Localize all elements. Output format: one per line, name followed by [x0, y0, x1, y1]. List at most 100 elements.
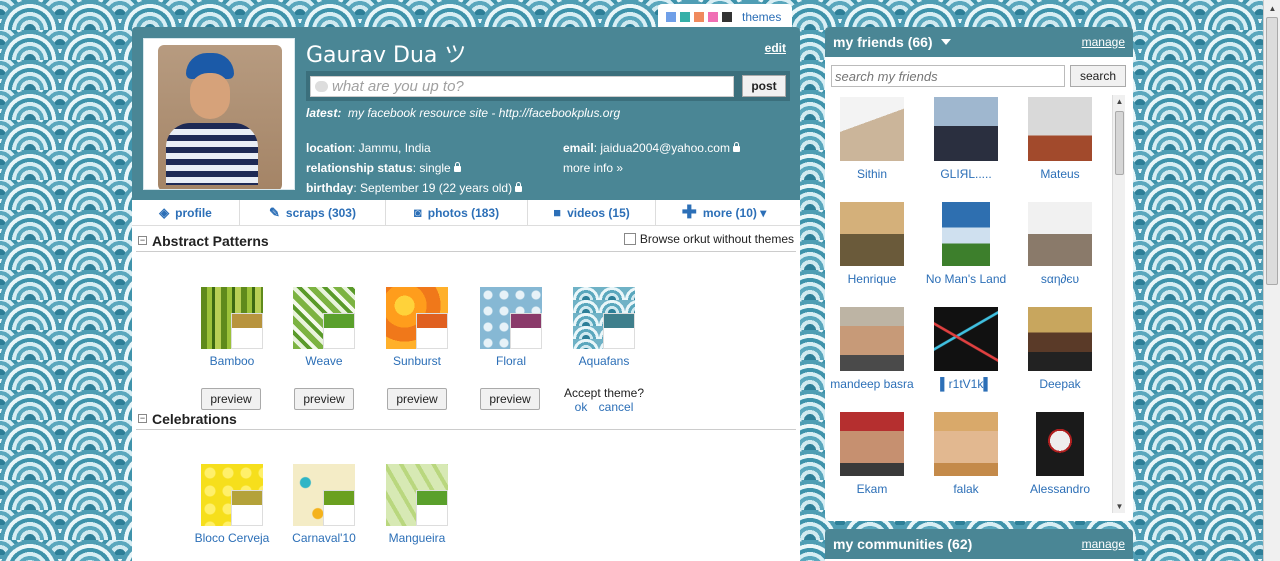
- theme-swatch-teal[interactable]: [680, 12, 690, 22]
- edit-profile-link[interactable]: edit: [765, 41, 786, 55]
- friends-search-button[interactable]: search: [1070, 65, 1126, 87]
- friend-name[interactable]: No Man's Land: [923, 272, 1009, 287]
- tab-profile[interactable]: ◈ profile: [132, 199, 240, 226]
- scroll-thumb[interactable]: [1115, 111, 1124, 175]
- scroll-up-icon[interactable]: ▲: [1264, 0, 1280, 17]
- friend-item[interactable]: mandeep basra: [829, 307, 915, 392]
- theme-swatch-dark[interactable]: [722, 12, 732, 22]
- preview-button[interactable]: preview: [294, 388, 354, 410]
- theme-name[interactable]: Bamboo: [192, 354, 272, 368]
- theme-thumb[interactable]: [292, 286, 356, 350]
- collapse-toggle-icon[interactable]: −: [138, 236, 147, 245]
- theme-name[interactable]: Carnaval'10: [284, 531, 364, 545]
- friend-photo[interactable]: [942, 202, 990, 266]
- friend-name[interactable]: Alessandro: [1017, 482, 1103, 497]
- theme-thumb[interactable]: [200, 286, 264, 350]
- page-scrollbar[interactable]: ▲: [1263, 0, 1280, 561]
- friend-photo[interactable]: [840, 412, 904, 476]
- theme-item-floral[interactable]: Floral: [471, 286, 551, 368]
- friend-name[interactable]: GLIЯL.....: [923, 167, 1009, 182]
- friend-item[interactable]: ▌r1tV1k▌: [923, 307, 1009, 392]
- friend-item[interactable]: Henrique: [829, 202, 915, 287]
- theme-item-carnaval10[interactable]: Carnaval'10: [284, 463, 364, 545]
- browse-without-themes-checkbox[interactable]: [623, 233, 636, 245]
- tab-videos[interactable]: ■ videos (15): [528, 199, 656, 226]
- friend-item[interactable]: Alessandro: [1017, 412, 1103, 497]
- scroll-up-icon[interactable]: ▲: [1113, 95, 1126, 108]
- friend-name[interactable]: Sithin: [829, 167, 915, 182]
- friend-photo[interactable]: [1036, 412, 1084, 476]
- friends-search-input[interactable]: [831, 65, 1065, 87]
- theme-thumb[interactable]: [200, 463, 264, 527]
- friend-item[interactable]: GLIЯL.....: [923, 97, 1009, 182]
- friend-photo[interactable]: [840, 97, 904, 161]
- friend-photo[interactable]: [934, 307, 998, 371]
- theme-item-bamboo[interactable]: Bamboo: [192, 286, 272, 368]
- friend-item[interactable]: ѕαη∂єυ: [1017, 202, 1103, 287]
- friend-photo[interactable]: [1028, 202, 1092, 266]
- friend-name[interactable]: ▌r1tV1k▌: [923, 377, 1009, 392]
- browse-without-themes[interactable]: Browse orkut without themes: [623, 232, 794, 246]
- theme-name[interactable]: Mangueira: [377, 531, 457, 545]
- friend-item[interactable]: No Man's Land: [923, 202, 1009, 287]
- friend-item[interactable]: Deepak: [1017, 307, 1103, 392]
- theme-swatch-blue[interactable]: [666, 12, 676, 22]
- tab-scraps[interactable]: ✎ scraps (303): [240, 199, 386, 226]
- theme-name[interactable]: Weave: [284, 354, 364, 368]
- more-info-link[interactable]: more info »: [563, 161, 623, 175]
- preview-button[interactable]: preview: [480, 388, 540, 410]
- friend-name[interactable]: mandeep basra: [829, 377, 915, 392]
- friend-photo[interactable]: [840, 202, 904, 266]
- friend-photo[interactable]: [934, 97, 998, 161]
- friend-photo[interactable]: [934, 412, 998, 476]
- friend-item[interactable]: falak: [923, 412, 1009, 497]
- tab-more[interactable]: ✚ more (10) ▾: [656, 200, 792, 226]
- status-input[interactable]: [332, 77, 733, 95]
- friend-name[interactable]: ѕαη∂єυ: [1017, 272, 1103, 287]
- page-scroll-thumb[interactable]: [1266, 17, 1278, 285]
- theme-thumb[interactable]: [385, 463, 449, 527]
- theme-name[interactable]: Bloco Cerveja: [192, 531, 272, 545]
- theme-swatch-orange[interactable]: [694, 12, 704, 22]
- theme-item-mangueira[interactable]: Mangueira: [377, 463, 457, 545]
- themes-link[interactable]: themes: [742, 10, 781, 24]
- friend-name[interactable]: Mateus: [1017, 167, 1103, 182]
- theme-swatch-pink[interactable]: [708, 12, 718, 22]
- friend-item[interactable]: Sithin: [829, 97, 915, 182]
- manage-friends-link[interactable]: manage: [1082, 35, 1125, 49]
- post-button[interactable]: post: [742, 75, 786, 97]
- communities-title[interactable]: my communities (62): [833, 536, 972, 552]
- manage-communities-link[interactable]: manage: [1082, 537, 1125, 551]
- status-input-wrapper[interactable]: [310, 75, 734, 97]
- friend-photo[interactable]: [840, 307, 904, 371]
- friend-photo[interactable]: [1028, 97, 1092, 161]
- friends-title[interactable]: my friends (66): [833, 34, 951, 50]
- tab-photos[interactable]: ◙ photos (183): [386, 199, 528, 226]
- theme-item-sunburst[interactable]: Sunburst: [377, 286, 457, 368]
- profile-photo[interactable]: [143, 38, 295, 190]
- theme-name[interactable]: Sunburst: [377, 354, 457, 368]
- collapse-toggle-icon[interactable]: −: [138, 414, 147, 423]
- scroll-down-icon[interactable]: ▼: [1113, 500, 1126, 513]
- theme-thumb[interactable]: [292, 463, 356, 527]
- friend-name[interactable]: falak: [923, 482, 1009, 497]
- chevron-down-icon[interactable]: [940, 39, 951, 45]
- theme-thumb[interactable]: [572, 286, 636, 350]
- friend-name[interactable]: Henrique: [829, 272, 915, 287]
- theme-thumb[interactable]: [479, 286, 543, 350]
- friend-name[interactable]: Ekam: [829, 482, 915, 497]
- preview-button[interactable]: preview: [201, 388, 261, 410]
- friend-name[interactable]: Deepak: [1017, 377, 1103, 392]
- latest-text[interactable]: my facebook resource site - http://faceb…: [348, 106, 620, 120]
- theme-name[interactable]: Aquafans: [564, 354, 644, 368]
- friend-item[interactable]: Mateus: [1017, 97, 1103, 182]
- theme-thumb[interactable]: [385, 286, 449, 350]
- theme-item-aquafans[interactable]: Aquafans: [564, 286, 644, 368]
- preview-button[interactable]: preview: [387, 388, 447, 410]
- theme-item-weave[interactable]: Weave: [284, 286, 364, 368]
- theme-item-bloco-cerveja[interactable]: Bloco Cerveja: [192, 463, 272, 545]
- friend-item[interactable]: Ekam: [829, 412, 915, 497]
- theme-name[interactable]: Floral: [471, 354, 551, 368]
- friends-scrollbar[interactable]: ▲ ▼: [1112, 95, 1125, 513]
- friend-photo[interactable]: [1028, 307, 1092, 371]
